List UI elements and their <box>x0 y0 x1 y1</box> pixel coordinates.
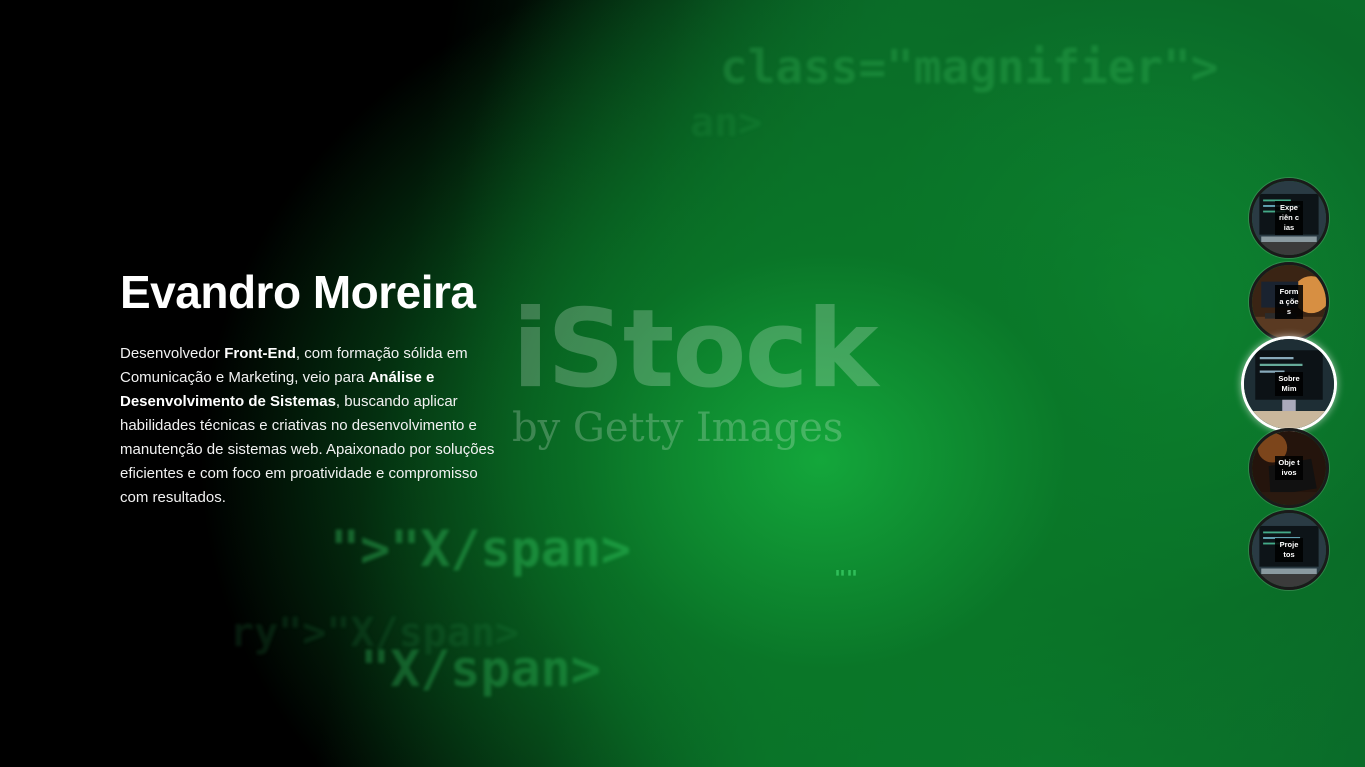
background-code-line: an> <box>690 100 763 146</box>
nav-item-label: Obje tivos <box>1275 456 1303 480</box>
nav-item-label: Forma ções <box>1275 285 1303 319</box>
nav-item-label: Expe riên cias <box>1275 201 1303 235</box>
bio-bold: Front-End <box>224 345 296 362</box>
bio-text: Desenvolvedor <box>120 345 225 362</box>
background-code-line: class="magnifier"> <box>720 40 1219 94</box>
nav-item-projetos[interactable]: Proje tos <box>1249 510 1329 590</box>
nav-item-experiencias[interactable]: Expe riên cias <box>1249 178 1329 258</box>
nav-item-objetivos[interactable]: Obje tivos <box>1249 428 1329 508</box>
hero-bio: Desenvolvedor Front-End, com formação só… <box>120 342 500 510</box>
watermark-brand: iStock <box>512 287 878 412</box>
background-code-line: ">"X/span> <box>330 520 632 578</box>
watermark-subtitle: by Getty Images <box>512 405 844 451</box>
nav-item-label: Sobre Mim <box>1275 372 1303 396</box>
nav-item-formacoes[interactable]: Forma ções <box>1249 262 1329 342</box>
hero-name: Evandro Moreira <box>120 266 476 318</box>
nav-item-label: Proje tos <box>1275 538 1303 562</box>
hero-section: Evandro Moreira Desenvolvedor Front-End,… <box>120 262 500 510</box>
stock-watermark: iStock by Getty Images <box>512 287 878 451</box>
background-code-line: ry">"X/span> <box>230 610 519 656</box>
nav-item-sobre-mim[interactable]: Sobre Mim <box>1241 336 1337 432</box>
background-code-line: "" <box>834 566 859 590</box>
